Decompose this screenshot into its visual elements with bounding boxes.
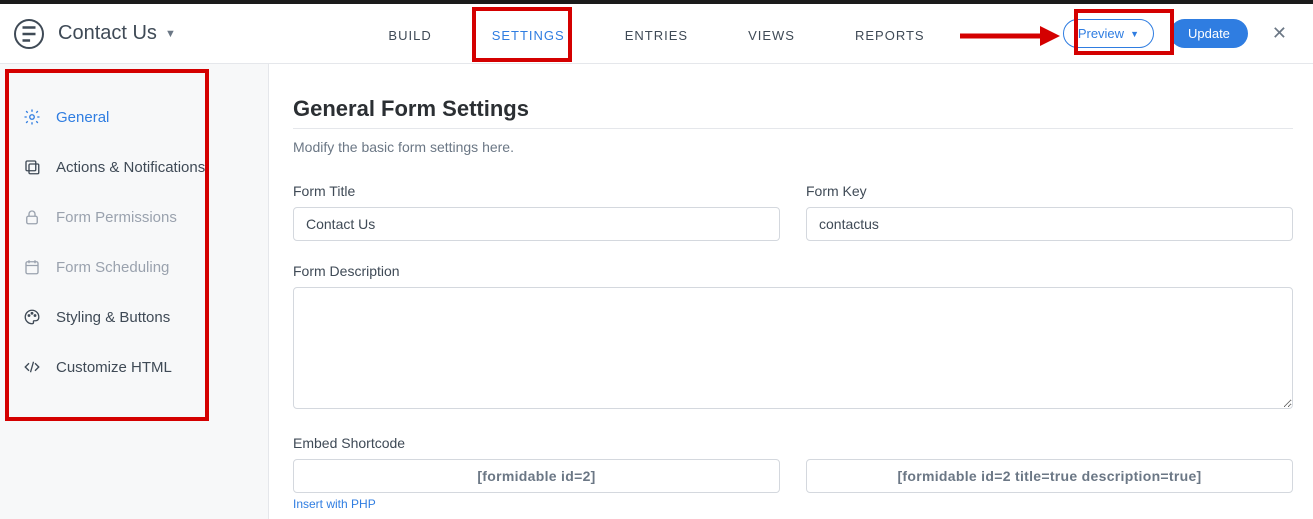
form-title-input[interactable] xyxy=(293,207,780,241)
embed-shortcode-input[interactable] xyxy=(293,459,780,493)
sidebar-item-styling[interactable]: Styling & Buttons xyxy=(0,292,268,342)
sidebar-item-label: Actions & Notifications xyxy=(56,159,205,176)
form-name-dropdown[interactable]: Contact Us ▼ xyxy=(58,22,176,45)
sidebar-item-label: Form Scheduling xyxy=(56,259,169,276)
form-name-text: Contact Us xyxy=(58,22,157,45)
sidebar-item-label: Customize HTML xyxy=(56,359,172,376)
nav-build[interactable]: BUILD xyxy=(382,6,437,61)
row-description: Form Description xyxy=(293,263,1293,409)
logo-icon xyxy=(14,19,44,49)
palette-icon xyxy=(22,307,42,327)
sidebar-item-customize-html[interactable]: Customize HTML xyxy=(0,342,268,392)
layers-icon xyxy=(22,157,42,177)
sidebar-item-permissions: Form Permissions xyxy=(0,192,268,242)
nav-reports[interactable]: REPORTS xyxy=(849,6,931,61)
form-key-label: Form Key xyxy=(806,183,1293,199)
form-description-input[interactable] xyxy=(293,287,1293,409)
form-key-field: Form Key xyxy=(806,183,1293,241)
sidebar-item-label: Form Permissions xyxy=(56,209,177,226)
main-panel: General Form Settings Modify the basic f… xyxy=(269,64,1313,519)
form-key-input[interactable] xyxy=(806,207,1293,241)
sidebar-item-actions[interactable]: Actions & Notifications xyxy=(0,142,268,192)
nav-entries[interactable]: ENTRIES xyxy=(619,6,694,61)
divider xyxy=(293,128,1293,129)
update-button[interactable]: Update xyxy=(1170,19,1248,48)
gear-icon xyxy=(22,107,42,127)
embed-long-field xyxy=(806,459,1293,493)
sidebar-item-label: Styling & Buttons xyxy=(56,309,170,326)
nav-views[interactable]: VIEWS xyxy=(742,6,801,61)
row-title-key: Form Title Form Key xyxy=(293,183,1293,241)
form-title-label: Form Title xyxy=(293,183,780,199)
insert-with-php-link[interactable]: Insert with PHP xyxy=(293,497,376,511)
calendar-icon xyxy=(22,257,42,277)
close-icon[interactable]: ✕ xyxy=(1264,19,1295,48)
chevron-down-icon: ▼ xyxy=(165,28,176,40)
sidebar-item-general[interactable]: General xyxy=(0,92,268,142)
sidebar-item-label: General xyxy=(56,109,109,126)
form-title-field: Form Title xyxy=(293,183,780,241)
nav-settings[interactable]: SETTINGS xyxy=(486,6,571,61)
settings-sidebar: General Actions & Notifications Form Per… xyxy=(0,64,269,519)
embed-shortcode-label: Embed Shortcode xyxy=(293,435,1293,451)
top-nav: BUILD SETTINGS ENTRIES VIEWS REPORTS xyxy=(382,6,930,61)
embed-shortcode-full-input[interactable] xyxy=(806,459,1293,493)
body: General Actions & Notifications Form Per… xyxy=(0,64,1313,519)
embed-short-field xyxy=(293,459,780,493)
row-embed xyxy=(293,459,1293,493)
form-description-label: Form Description xyxy=(293,263,1293,279)
header-actions: Preview ▼ Update ✕ xyxy=(1063,19,1313,48)
preview-button-label: Preview xyxy=(1078,26,1124,41)
form-description-field: Form Description xyxy=(293,263,1293,409)
chevron-down-icon: ▼ xyxy=(1130,29,1139,39)
preview-button[interactable]: Preview ▼ xyxy=(1063,19,1154,48)
page-subtitle: Modify the basic form settings here. xyxy=(293,139,1293,155)
header: Contact Us ▼ BUILD SETTINGS ENTRIES VIEW… xyxy=(0,4,1313,64)
code-icon xyxy=(22,357,42,377)
page-title: General Form Settings xyxy=(293,96,1293,122)
lock-icon xyxy=(22,207,42,227)
sidebar-item-scheduling: Form Scheduling xyxy=(0,242,268,292)
